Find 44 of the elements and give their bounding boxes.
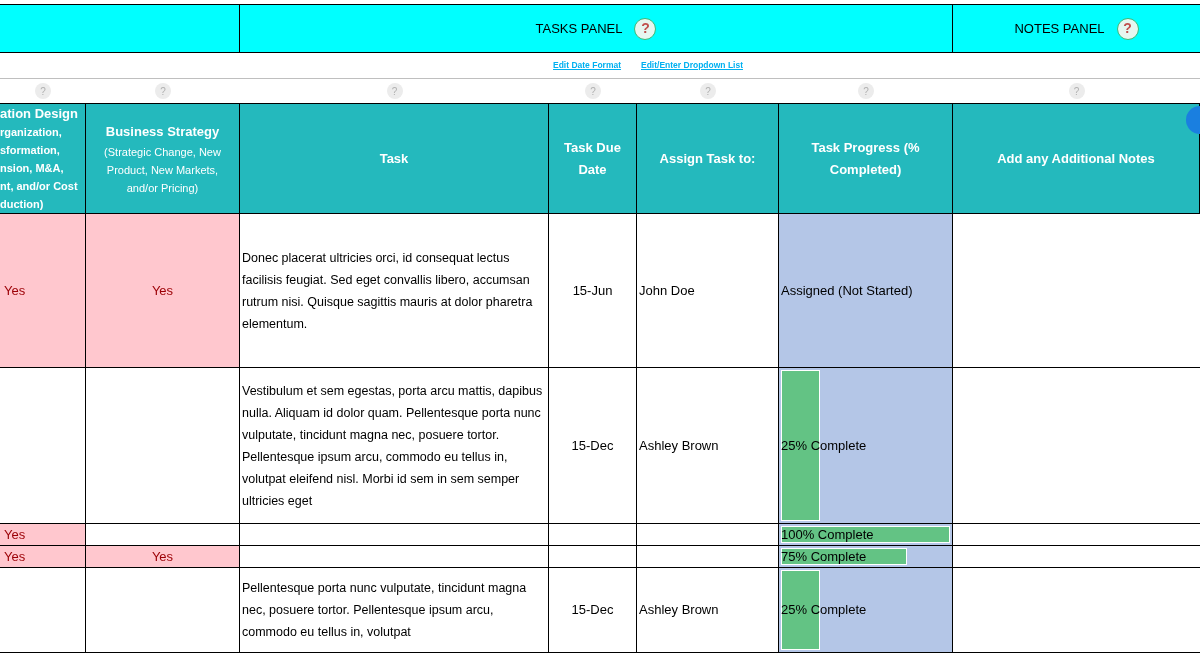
column-subtitle: (Strategic Change, New [104, 144, 221, 160]
column-subtitle: and/or Pricing) [126, 180, 199, 196]
help-icon[interactable]: ? [858, 83, 874, 99]
column-title: Task Progress (% Completed) [810, 138, 921, 179]
task-text: Donec placerat ultricies orci, id consequat lectus facilisis feugiat. Sed eget convallis libero, accumsan rutrum nisi. Quisque sagittis mauris at dolor pharetra elementum. [242, 249, 534, 333]
due-date: 15-Dec [571, 601, 614, 620]
due-date: 15-Jun [572, 281, 613, 300]
table-cell: Yes [86, 214, 240, 368]
task-text: Vestibulum et sem egestas, porta arcu mattis, dapibus nulla. Aliquam id dolor quam. Pellentesque porta nunc vulputate, tincidunt magna nec, posuere tortor. Pellentesque ipsum arcu, commodo eu tellus in, volutpat eleifend nisl. Morbi id sem in sem semper ultricies eget [242, 382, 544, 510]
help-icon[interactable]: ? [35, 83, 51, 99]
help-icon[interactable]: ? [1116, 17, 1139, 40]
link[interactable]: Edit Date Format [553, 59, 621, 72]
progress-label: 100% Complete [780, 525, 875, 544]
column-title: Business Strategy [105, 122, 220, 141]
assignee: Ashley Brown [639, 436, 719, 455]
assignee: Ashley Brown [639, 601, 719, 620]
table-cell: Yes [86, 546, 240, 568]
help-icon[interactable]: ? [634, 17, 657, 40]
column-title: Task Due Date [563, 138, 622, 179]
assignee: John Doe [639, 281, 695, 300]
table-cell: Yes [0, 524, 86, 546]
help-icon[interactable]: ? [155, 83, 171, 99]
panel-title: TASKS PANEL [535, 19, 623, 38]
progress-label: Assigned (Not Started) [780, 281, 914, 300]
help-icon[interactable]: ? [585, 83, 601, 99]
column-subtitle: sformation, [0, 143, 60, 159]
table-cell: Yes [0, 214, 86, 368]
help-icon[interactable]: ? [700, 83, 716, 99]
link[interactable]: Edit/Enter Dropdown List [641, 59, 743, 72]
column-subtitle: Product, New Markets, [106, 162, 219, 178]
task-text: Pellentesque porta nunc vulputate, tincidunt magna nec, posuere tortor. Pellentesque ipsum arcu, commodo eu tellus in, volutpat [242, 580, 528, 641]
column-title: Add any Additional Notes [997, 149, 1155, 168]
column-subtitle: rganization, [0, 125, 62, 141]
column-subtitle: duction) [0, 197, 44, 213]
column-title: ation Design [0, 104, 78, 123]
table-cell: Yes [0, 546, 86, 568]
column-subtitle: nsion, M&A, [0, 161, 64, 177]
help-icon[interactable]: ? [386, 83, 403, 99]
due-date: 15-Dec [571, 436, 614, 455]
column-title: Task [379, 149, 409, 168]
column-subtitle: nt, and/or Cost [0, 179, 78, 195]
help-icon[interactable]: ? [1068, 83, 1085, 99]
column-title: Assign Task to: [659, 149, 756, 168]
panel-title: NOTES PANEL [1014, 19, 1105, 38]
